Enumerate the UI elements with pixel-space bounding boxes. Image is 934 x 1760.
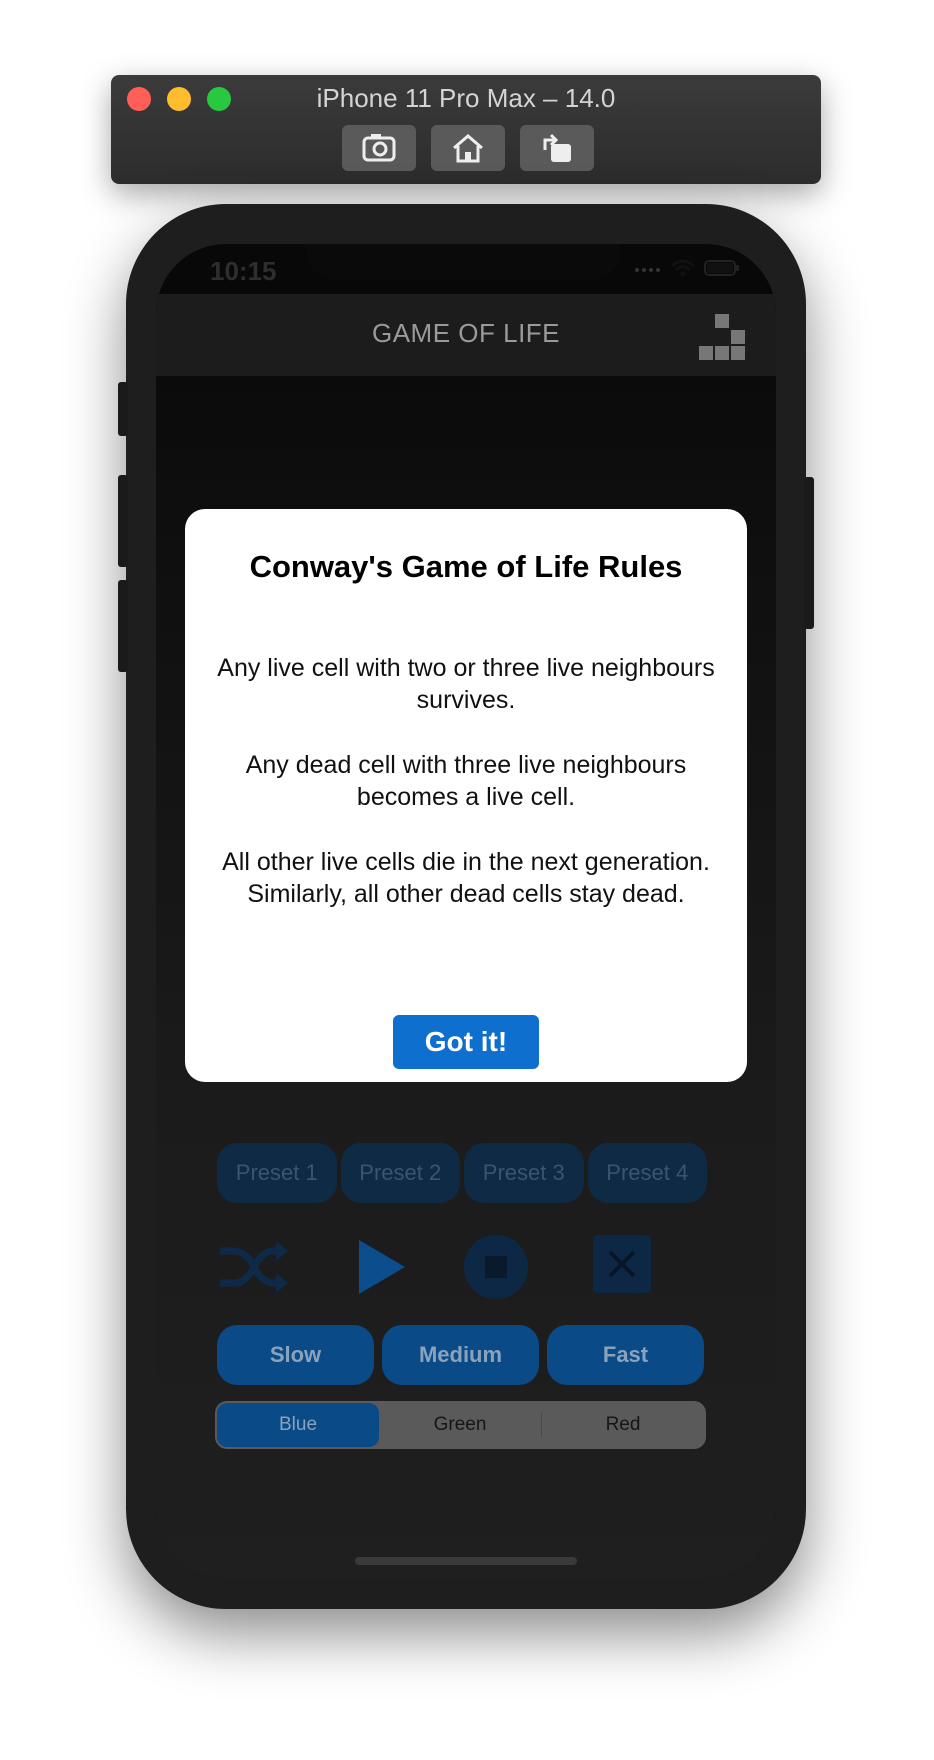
rotate-icon	[543, 133, 571, 162]
speed-row: Slow Medium Fast	[217, 1325, 704, 1385]
shuffle-icon	[220, 1241, 288, 1293]
color-option-green[interactable]: Green	[379, 1403, 541, 1447]
screenshot-button[interactable]	[342, 125, 416, 171]
volume-up-button	[118, 475, 128, 567]
preset-1-button[interactable]: Preset 1	[217, 1143, 337, 1203]
rules-text: Any live cell with two or three live nei…	[215, 652, 717, 943]
playback-controls	[156, 1232, 776, 1302]
preset-row: Preset 1 Preset 2 Preset 3 Preset 4	[217, 1143, 707, 1203]
rule-survival: Any live cell with two or three live nei…	[217, 654, 715, 714]
page-title: GAME OF LIFE	[371, 318, 561, 348]
color-segmented-control: Blue Green Red	[215, 1401, 706, 1449]
volume-down-button	[118, 580, 128, 672]
play-button[interactable]	[346, 1232, 416, 1302]
color-option-blue[interactable]: Blue	[217, 1403, 379, 1447]
rule-death: All other live cells die in the next gen…	[222, 848, 710, 908]
clear-button[interactable]	[591, 1233, 653, 1295]
color-option-red[interactable]: Red	[542, 1403, 704, 1447]
wifi-icon	[670, 259, 696, 277]
home-icon	[453, 134, 483, 163]
mute-switch	[118, 382, 128, 436]
play-icon	[359, 1240, 405, 1294]
rules-dialog: Conway's Game of Life Rules Any live cel…	[185, 509, 747, 1082]
rule-birth: Any dead cell with three live neighbours…	[245, 751, 687, 811]
preset-4-button[interactable]: Preset 4	[587, 1143, 707, 1203]
home-button[interactable]	[431, 125, 505, 171]
rotate-button[interactable]	[520, 125, 594, 171]
power-button	[804, 477, 814, 629]
grid-icon[interactable]	[697, 312, 747, 360]
stop-icon	[464, 1235, 528, 1299]
preset-2-button[interactable]: Preset 2	[340, 1143, 460, 1203]
medium-speed-button[interactable]: Medium	[382, 1325, 539, 1385]
home-indicator	[355, 1557, 577, 1565]
status-time: 10:15	[210, 256, 277, 286]
screenshot-icon	[362, 134, 396, 162]
simulator-title-bar: iPhone 11 Pro Max – 14.0	[111, 75, 821, 184]
slow-speed-button[interactable]: Slow	[217, 1325, 374, 1385]
fast-speed-button[interactable]: Fast	[547, 1325, 704, 1385]
shuffle-button[interactable]	[214, 1232, 294, 1302]
clear-icon	[593, 1235, 651, 1293]
stop-button[interactable]	[461, 1232, 531, 1302]
status-indicators	[634, 258, 740, 278]
simulator-title: iPhone 11 Pro Max – 14.0	[316, 83, 616, 113]
dialog-title: Conway's Game of Life Rules	[249, 549, 683, 584]
notch	[306, 244, 621, 280]
preset-3-button[interactable]: Preset 3	[464, 1143, 584, 1203]
navigation-bar: GAME OF LIFE	[156, 294, 776, 376]
battery-icon	[704, 260, 739, 276]
signal-icon	[635, 268, 660, 272]
got-it-button[interactable]: Got it!	[393, 1015, 539, 1069]
